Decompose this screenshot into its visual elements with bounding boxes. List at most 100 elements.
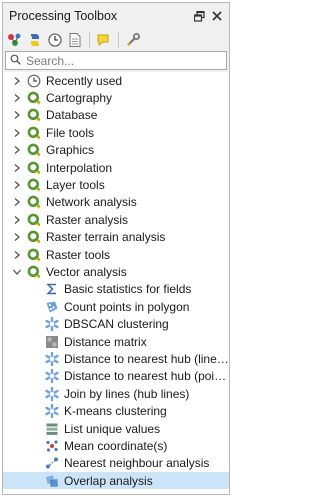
clock-icon	[27, 74, 41, 88]
algorithm-label: Mean coordinate(s)	[64, 438, 168, 453]
chevron-right-icon[interactable]	[11, 162, 23, 174]
chevron-right-icon[interactable]	[11, 196, 23, 208]
unique-values-icon	[45, 422, 59, 436]
provider-file-tools[interactable]: File tools	[3, 124, 229, 141]
chevron-right-icon[interactable]	[11, 214, 23, 226]
provider-interpolation[interactable]: Interpolation	[3, 159, 229, 176]
options-icon[interactable]	[125, 32, 141, 48]
algorithm-label: Distance to nearest hub (points)	[64, 369, 229, 384]
chevron-down-icon[interactable]	[11, 266, 23, 278]
qgis-icon	[27, 213, 41, 227]
provider-label: Raster analysis	[46, 212, 129, 227]
results-viewer-icon[interactable]	[67, 32, 83, 48]
toolbar-separator	[89, 32, 90, 48]
qgis-icon	[27, 108, 41, 123]
search-box[interactable]	[5, 51, 227, 70]
hub-icon	[45, 351, 59, 366]
algorithm-label: List unique values	[64, 421, 161, 436]
provider-label: Raster tools	[46, 247, 111, 262]
chevron-right-icon[interactable]	[11, 109, 23, 121]
provider-cartography[interactable]: Cartography	[3, 89, 229, 106]
qgis-icon	[27, 126, 41, 140]
qgis-icon	[27, 265, 41, 279]
provider-label: Cartography	[46, 91, 113, 106]
edit-features-in-place-icon[interactable]	[96, 32, 112, 48]
qgis-icon	[27, 91, 41, 105]
distance-matrix-icon	[45, 335, 59, 349]
qgis-icon	[27, 195, 41, 210]
algorithm-label: Basic statistics for fields	[64, 282, 192, 297]
provider-vector-analysis[interactable]: Vector analysis	[3, 263, 229, 280]
algorithm-label: DBSCAN clustering	[64, 317, 169, 332]
cluster-icon	[45, 317, 59, 332]
provider-database[interactable]: Database	[3, 107, 229, 124]
provider-network-analysis[interactable]: Network analysis	[3, 194, 229, 211]
processing-toolbox-panel: Processing Toolbox Search... Recently us…	[2, 2, 230, 495]
provider-label: Database	[46, 108, 98, 123]
sigma-icon	[45, 282, 59, 296]
search-input[interactable]	[26, 53, 206, 68]
panel-title: Processing Toolbox	[9, 9, 118, 23]
toolbar-separator	[118, 32, 119, 48]
provider-label: Vector analysis	[46, 264, 127, 279]
qgis-icon	[27, 143, 41, 157]
chevron-right-icon[interactable]	[11, 249, 23, 261]
qgis-icon	[27, 230, 41, 244]
close-icon[interactable]	[211, 10, 223, 22]
algorithm-label: Overlap analysis	[64, 473, 153, 488]
models-icon[interactable]	[7, 32, 23, 48]
algorithm-count-points-in-polygon[interactable]: Count points in polygon	[3, 298, 229, 315]
algorithm-label: Count points in polygon	[64, 299, 190, 314]
scripts-icon[interactable]	[27, 32, 43, 48]
hub-icon	[45, 369, 59, 384]
panel-titlebar: Processing Toolbox	[3, 3, 229, 29]
algorithm-overlap-analysis[interactable]: Overlap analysis	[3, 471, 229, 490]
provider-label: Graphics	[46, 143, 95, 158]
count-points-icon	[45, 300, 59, 314]
algorithm-label: Distance to nearest hub (line to h...	[64, 351, 229, 366]
algorithm-distance-to-nearest-hub-points[interactable]: Distance to nearest hub (points)	[3, 368, 229, 385]
history-icon[interactable]	[47, 32, 63, 48]
provider-graphics[interactable]: Graphics	[3, 142, 229, 159]
algorithm-list-unique-values[interactable]: List unique values	[3, 420, 229, 437]
algorithm-basic-statistics-for-fields[interactable]: Basic statistics for fields	[3, 281, 229, 298]
algorithm-k-means-clustering[interactable]: K-means clustering	[3, 402, 229, 419]
provider-label: Recently used	[46, 73, 123, 88]
algorithm-distance-matrix[interactable]: Distance matrix	[3, 333, 229, 350]
search-icon	[10, 54, 21, 68]
hub-icon	[45, 386, 59, 401]
provider-raster-terrain-analysis[interactable]: Raster terrain analysis	[3, 229, 229, 246]
provider-label: Layer tools	[46, 178, 105, 193]
chevron-right-icon[interactable]	[11, 179, 23, 191]
provider-recently-used[interactable]: Recently used	[3, 72, 229, 89]
toolbox-toolbar	[3, 29, 229, 51]
provider-raster-tools[interactable]: Raster tools	[3, 246, 229, 263]
overlap-icon	[45, 474, 59, 488]
provider-label: Raster terrain analysis	[46, 230, 166, 245]
chevron-right-icon[interactable]	[11, 231, 23, 243]
provider-raster-analysis[interactable]: Raster analysis	[3, 211, 229, 228]
qgis-icon	[27, 178, 41, 192]
algorithm-label: Join by lines (hub lines)	[64, 386, 190, 401]
chevron-right-icon[interactable]	[11, 127, 23, 139]
provider-label: Interpolation	[46, 160, 113, 175]
chevron-right-icon[interactable]	[11, 75, 23, 87]
chevron-right-icon[interactable]	[11, 92, 23, 104]
algorithm-join-by-lines-hub-lines[interactable]: Join by lines (hub lines)	[3, 385, 229, 402]
mean-coordinate-icon	[45, 439, 59, 453]
nearest-neighbour-icon	[45, 456, 59, 470]
algorithm-tree: Recently used Cartography Database File too…	[3, 72, 229, 494]
provider-layer-tools[interactable]: Layer tools	[3, 176, 229, 193]
algorithm-nearest-neighbour-analysis[interactable]: Nearest neighbour analysis	[3, 455, 229, 472]
algorithm-mean-coordinate-s[interactable]: Mean coordinate(s)	[3, 437, 229, 454]
provider-label: Network analysis	[46, 195, 137, 210]
algorithm-label: K-means clustering	[64, 404, 167, 419]
provider-label: File tools	[46, 125, 95, 140]
qgis-icon	[27, 161, 41, 175]
algorithm-dbscan-clustering[interactable]: DBSCAN clustering	[3, 315, 229, 332]
float-window-icon[interactable]	[193, 10, 205, 22]
algorithm-label: Distance matrix	[64, 334, 147, 349]
chevron-right-icon[interactable]	[11, 144, 23, 156]
algorithm-label: Nearest neighbour analysis	[64, 456, 210, 471]
algorithm-distance-to-nearest-hub-line-to-h[interactable]: Distance to nearest hub (line to h...	[3, 350, 229, 367]
